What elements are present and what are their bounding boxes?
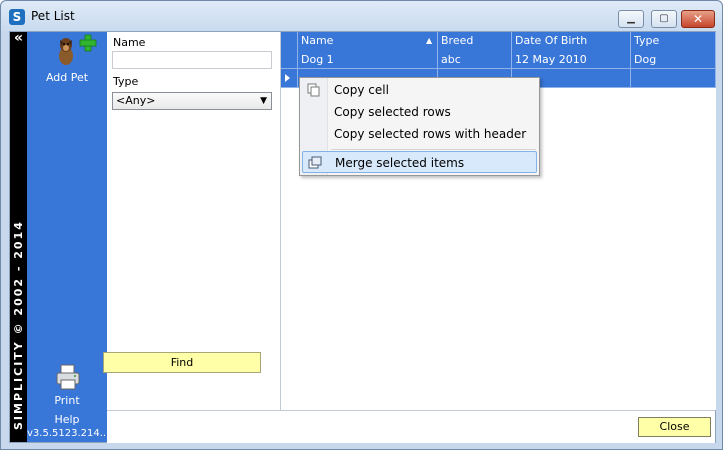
nav-panel: Add Pet Print Help v3.5.5123.214... (27, 32, 110, 442)
dog-icon (59, 38, 73, 65)
name-field[interactable] (112, 51, 272, 69)
bottom-bar: Close (107, 410, 715, 443)
window-title: Pet List (31, 9, 75, 23)
version-label: v3.5.5123.214... (27, 428, 110, 439)
column-header-date-of-birth[interactable]: Date Of Birth (512, 32, 631, 50)
type-select-value: <Any> (116, 94, 156, 107)
cell-type[interactable] (631, 69, 716, 88)
column-header-type[interactable]: Type (631, 32, 716, 50)
menu-item-label: Copy cell (334, 83, 389, 97)
column-header-breed[interactable]: Breed (438, 32, 512, 50)
print-label: Print (54, 394, 80, 407)
brand-text: SIMPLICITY © 2002 - 2014 (12, 220, 25, 430)
brand-strip: « SIMPLICITY © 2002 - 2014 (10, 31, 27, 442)
help-link[interactable]: Help (27, 413, 107, 427)
maximize-icon: ▢ (659, 13, 669, 24)
menu-item-copy-selected-rows[interactable]: Copy selected rows (302, 101, 537, 123)
cell-breed[interactable]: abc (438, 50, 512, 69)
menu-item-merge-selected-items[interactable]: Merge selected items (302, 151, 537, 173)
close-button[interactable]: Close (638, 417, 711, 437)
menu-item-label: Merge selected items (335, 156, 465, 170)
table-row[interactable]: Dog 1 abc 12 May 2010 Dog (281, 50, 716, 69)
minimize-button[interactable]: ▁ (618, 10, 644, 28)
type-label: Type (113, 75, 139, 88)
menu-item-copy-cell[interactable]: Copy cell (302, 79, 537, 101)
name-label: Name (113, 36, 146, 49)
current-row-arrow-icon (285, 74, 290, 82)
cell-name[interactable]: Dog 1 (298, 50, 438, 69)
print-button[interactable]: Print (27, 362, 107, 407)
app-icon: S (9, 9, 25, 25)
minimize-icon: ▁ (627, 13, 635, 24)
cell-date-of-birth[interactable]: 12 May 2010 (512, 50, 631, 69)
add-pet-button[interactable]: Add Pet (27, 34, 107, 86)
grid-header: Name ▲ Breed Date Of Birth Type (281, 32, 716, 50)
menu-separator (331, 149, 536, 150)
add-pet-label: Add Pet (45, 71, 89, 84)
context-menu: Copy cell Copy selected rows Copy select… (299, 77, 540, 176)
row-header[interactable] (281, 69, 298, 88)
printer-icon (56, 364, 80, 390)
title-bar[interactable]: S Pet List ▁ ▢ ✕ (1, 1, 722, 31)
pet-list-window: S Pet List ▁ ▢ ✕ « SIMPLICITY © 2002 - 2… (0, 0, 723, 450)
find-button[interactable]: Find (103, 352, 261, 373)
close-icon: ✕ (692, 12, 704, 26)
merge-icon (308, 156, 322, 169)
copy-icon (307, 83, 320, 97)
close-window-button[interactable]: ✕ (681, 10, 715, 28)
cell-type[interactable]: Dog (631, 50, 716, 69)
sort-ascending-icon: ▲ (426, 36, 433, 45)
row-header-corner (281, 32, 298, 50)
type-select[interactable]: <Any> ▼ (112, 92, 272, 110)
maximize-button[interactable]: ▢ (651, 10, 677, 28)
chevron-down-icon: ▼ (260, 96, 267, 106)
row-header[interactable] (281, 50, 298, 69)
menu-item-copy-selected-rows-with-header[interactable]: Copy selected rows with header (302, 123, 537, 145)
column-header-name[interactable]: Name (298, 32, 438, 50)
plus-icon (79, 34, 97, 52)
menu-item-label: Copy selected rows (334, 105, 451, 119)
menu-item-label: Copy selected rows with header (334, 127, 527, 141)
collapse-chevron-icon[interactable]: « (12, 31, 25, 46)
